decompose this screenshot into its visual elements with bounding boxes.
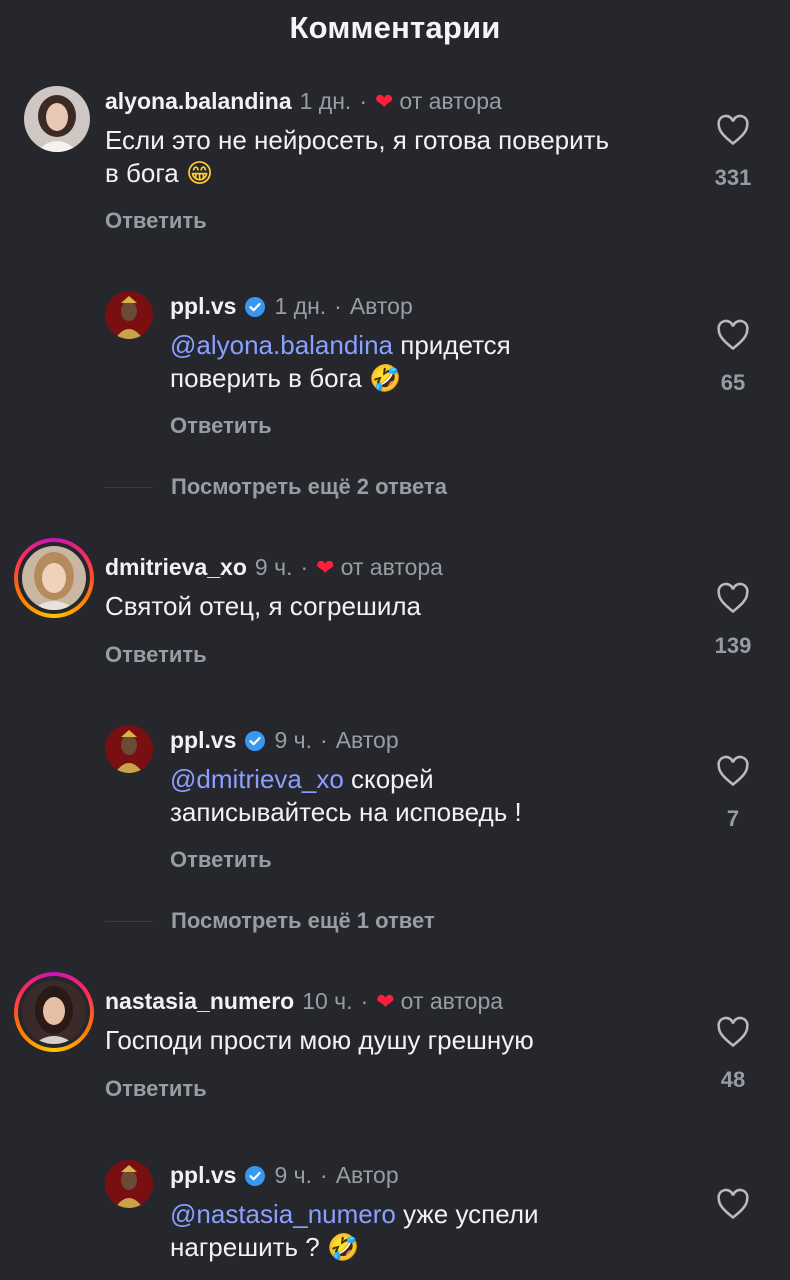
- heart-outline-icon[interactable]: [716, 582, 750, 614]
- reply-text: @alyona.balandina придется поверить в бо…: [170, 329, 511, 396]
- from-author-label: от автора: [399, 88, 502, 114]
- comment-text-line: в бога: [105, 158, 179, 188]
- heart-outline-icon[interactable]: [716, 319, 750, 351]
- reply-button[interactable]: Ответить: [105, 642, 207, 668]
- reply-meta: ppl.vs 9 ч. · Автор: [170, 1162, 399, 1189]
- timestamp: 9 ч.: [254, 554, 293, 580]
- reply-meta: ppl.vs 1 дн. · Автор: [170, 293, 413, 320]
- timestamp: 10 ч.: [302, 988, 353, 1014]
- like-control[interactable]: 65: [703, 319, 763, 396]
- avatar[interactable]: [105, 725, 153, 773]
- timestamp: 9 ч.: [274, 1162, 313, 1188]
- separator-dot: ·: [320, 727, 328, 753]
- mention-link[interactable]: @dmitrieva_xo: [170, 764, 344, 794]
- mention-link[interactable]: @nastasia_numero: [170, 1199, 396, 1229]
- story-ring[interactable]: [14, 972, 94, 1052]
- username[interactable]: ppl.vs: [170, 727, 236, 754]
- heart-outline-icon[interactable]: [716, 755, 750, 787]
- verified-badge-icon: [244, 296, 266, 318]
- author-heart-icon: ❤: [376, 988, 395, 1014]
- comment-text-line: Если это не нейросеть, я готова поверить: [105, 125, 610, 155]
- comment-text: Если это не нейросеть, я готова поверить…: [105, 124, 609, 191]
- reply-text: @dmitrieva_xo скорей записывайтесь на ис…: [170, 763, 522, 829]
- like-control[interactable]: 48: [703, 1016, 763, 1093]
- comment-text: Господи прости мою душу грешную: [105, 1024, 534, 1057]
- like-control[interactable]: 331: [703, 114, 763, 191]
- username[interactable]: nastasia_numero: [105, 988, 294, 1015]
- reply-button[interactable]: Ответить: [105, 1076, 207, 1102]
- reply-text-line: поверить в бога: [170, 363, 362, 393]
- username[interactable]: dmitrieva_xo: [105, 554, 247, 581]
- comment-meta: alyona.balandina 1 дн. · ❤ от автора: [105, 88, 502, 115]
- reply-button[interactable]: Ответить: [105, 208, 207, 234]
- author-heart-icon: ❤: [316, 554, 335, 580]
- comment-meta: dmitrieva_xo 9 ч. · ❤ от автора: [105, 554, 443, 581]
- reply-button[interactable]: Ответить: [170, 413, 272, 439]
- author-label: Автор: [335, 727, 399, 753]
- like-control[interactable]: 7: [703, 755, 763, 832]
- view-more-label[interactable]: Посмотреть ещё 1 ответ: [171, 908, 435, 934]
- rolling-laughing-emoji-icon: 🤣: [326, 1233, 360, 1263]
- verified-badge-icon: [244, 730, 266, 752]
- separator-dot: ·: [320, 1162, 328, 1188]
- separator-dot: ·: [300, 554, 309, 580]
- story-ring[interactable]: [14, 538, 94, 618]
- author-heart-icon: ❤: [374, 88, 394, 114]
- avatar[interactable]: [24, 86, 90, 152]
- reply-text-line: нагрешить ?: [170, 1232, 320, 1262]
- heart-outline-icon[interactable]: [716, 1016, 750, 1048]
- divider-line: [105, 920, 153, 922]
- rolling-laughing-emoji-icon: 🤣: [369, 364, 402, 394]
- like-count: 65: [720, 370, 746, 395]
- timestamp: 1 дн.: [299, 88, 352, 114]
- sheet-title: Комментарии: [289, 10, 501, 45]
- grinning-emoji-icon: 😁: [186, 159, 214, 189]
- like-control[interactable]: 139: [703, 582, 763, 659]
- comment-text: Святой отец, я согрешила: [105, 590, 421, 623]
- like-count: 48: [720, 1067, 746, 1092]
- like-count: 139: [714, 633, 752, 658]
- mention-link[interactable]: @alyona.balandina: [170, 330, 393, 360]
- separator-dot: ·: [359, 88, 367, 114]
- view-more-replies[interactable]: Посмотреть ещё 1 ответ: [105, 908, 435, 934]
- reply-button[interactable]: Ответить: [170, 847, 272, 873]
- avatar[interactable]: [105, 291, 153, 339]
- avatar[interactable]: [22, 980, 86, 1044]
- from-author-label: от автора: [340, 554, 443, 580]
- verified-badge-icon: [244, 1165, 266, 1187]
- reply-meta: ppl.vs 9 ч. · Автор: [170, 727, 399, 754]
- username[interactable]: ppl.vs: [170, 1162, 236, 1189]
- author-label: Автор: [335, 1162, 399, 1188]
- comment-text-line: Господи прости мою душу грешную: [105, 1025, 534, 1055]
- from-author-label: от автора: [400, 988, 504, 1014]
- divider-line: [105, 486, 153, 488]
- like-control[interactable]: [703, 1188, 763, 1225]
- reply-text-line: записывайтесь на исповедь !: [170, 797, 522, 827]
- reply-text-line: придется: [393, 330, 511, 360]
- reply-text-line: уже успели: [395, 1199, 539, 1229]
- timestamp: 9 ч.: [274, 727, 313, 753]
- heart-outline-icon[interactable]: [716, 114, 750, 146]
- comments-sheet: Комментарии alyona.balandina 1 дн. · ❤ о…: [0, 0, 790, 1280]
- username[interactable]: alyona.balandina: [105, 88, 292, 115]
- comment-meta: nastasia_numero 10 ч. · ❤ от автора: [105, 988, 503, 1015]
- like-count: 7: [726, 806, 740, 831]
- separator-dot: ·: [360, 988, 369, 1014]
- view-more-replies[interactable]: Посмотреть ещё 2 ответа: [105, 474, 447, 500]
- author-label: Автор: [349, 293, 413, 319]
- comment-text-line: Святой отец, я согрешила: [105, 591, 421, 621]
- view-more-label[interactable]: Посмотреть ещё 2 ответа: [171, 474, 447, 500]
- username[interactable]: ppl.vs: [170, 293, 236, 320]
- reply-text: @nastasia_numero уже успели нагрешить ? …: [170, 1198, 539, 1265]
- avatar[interactable]: [22, 546, 86, 610]
- like-count: 331: [714, 165, 752, 190]
- timestamp: 1 дн.: [274, 293, 327, 319]
- reply-text-line: скорей: [343, 764, 434, 794]
- separator-dot: ·: [334, 293, 342, 319]
- avatar[interactable]: [105, 1160, 153, 1208]
- heart-outline-icon[interactable]: [716, 1188, 750, 1220]
